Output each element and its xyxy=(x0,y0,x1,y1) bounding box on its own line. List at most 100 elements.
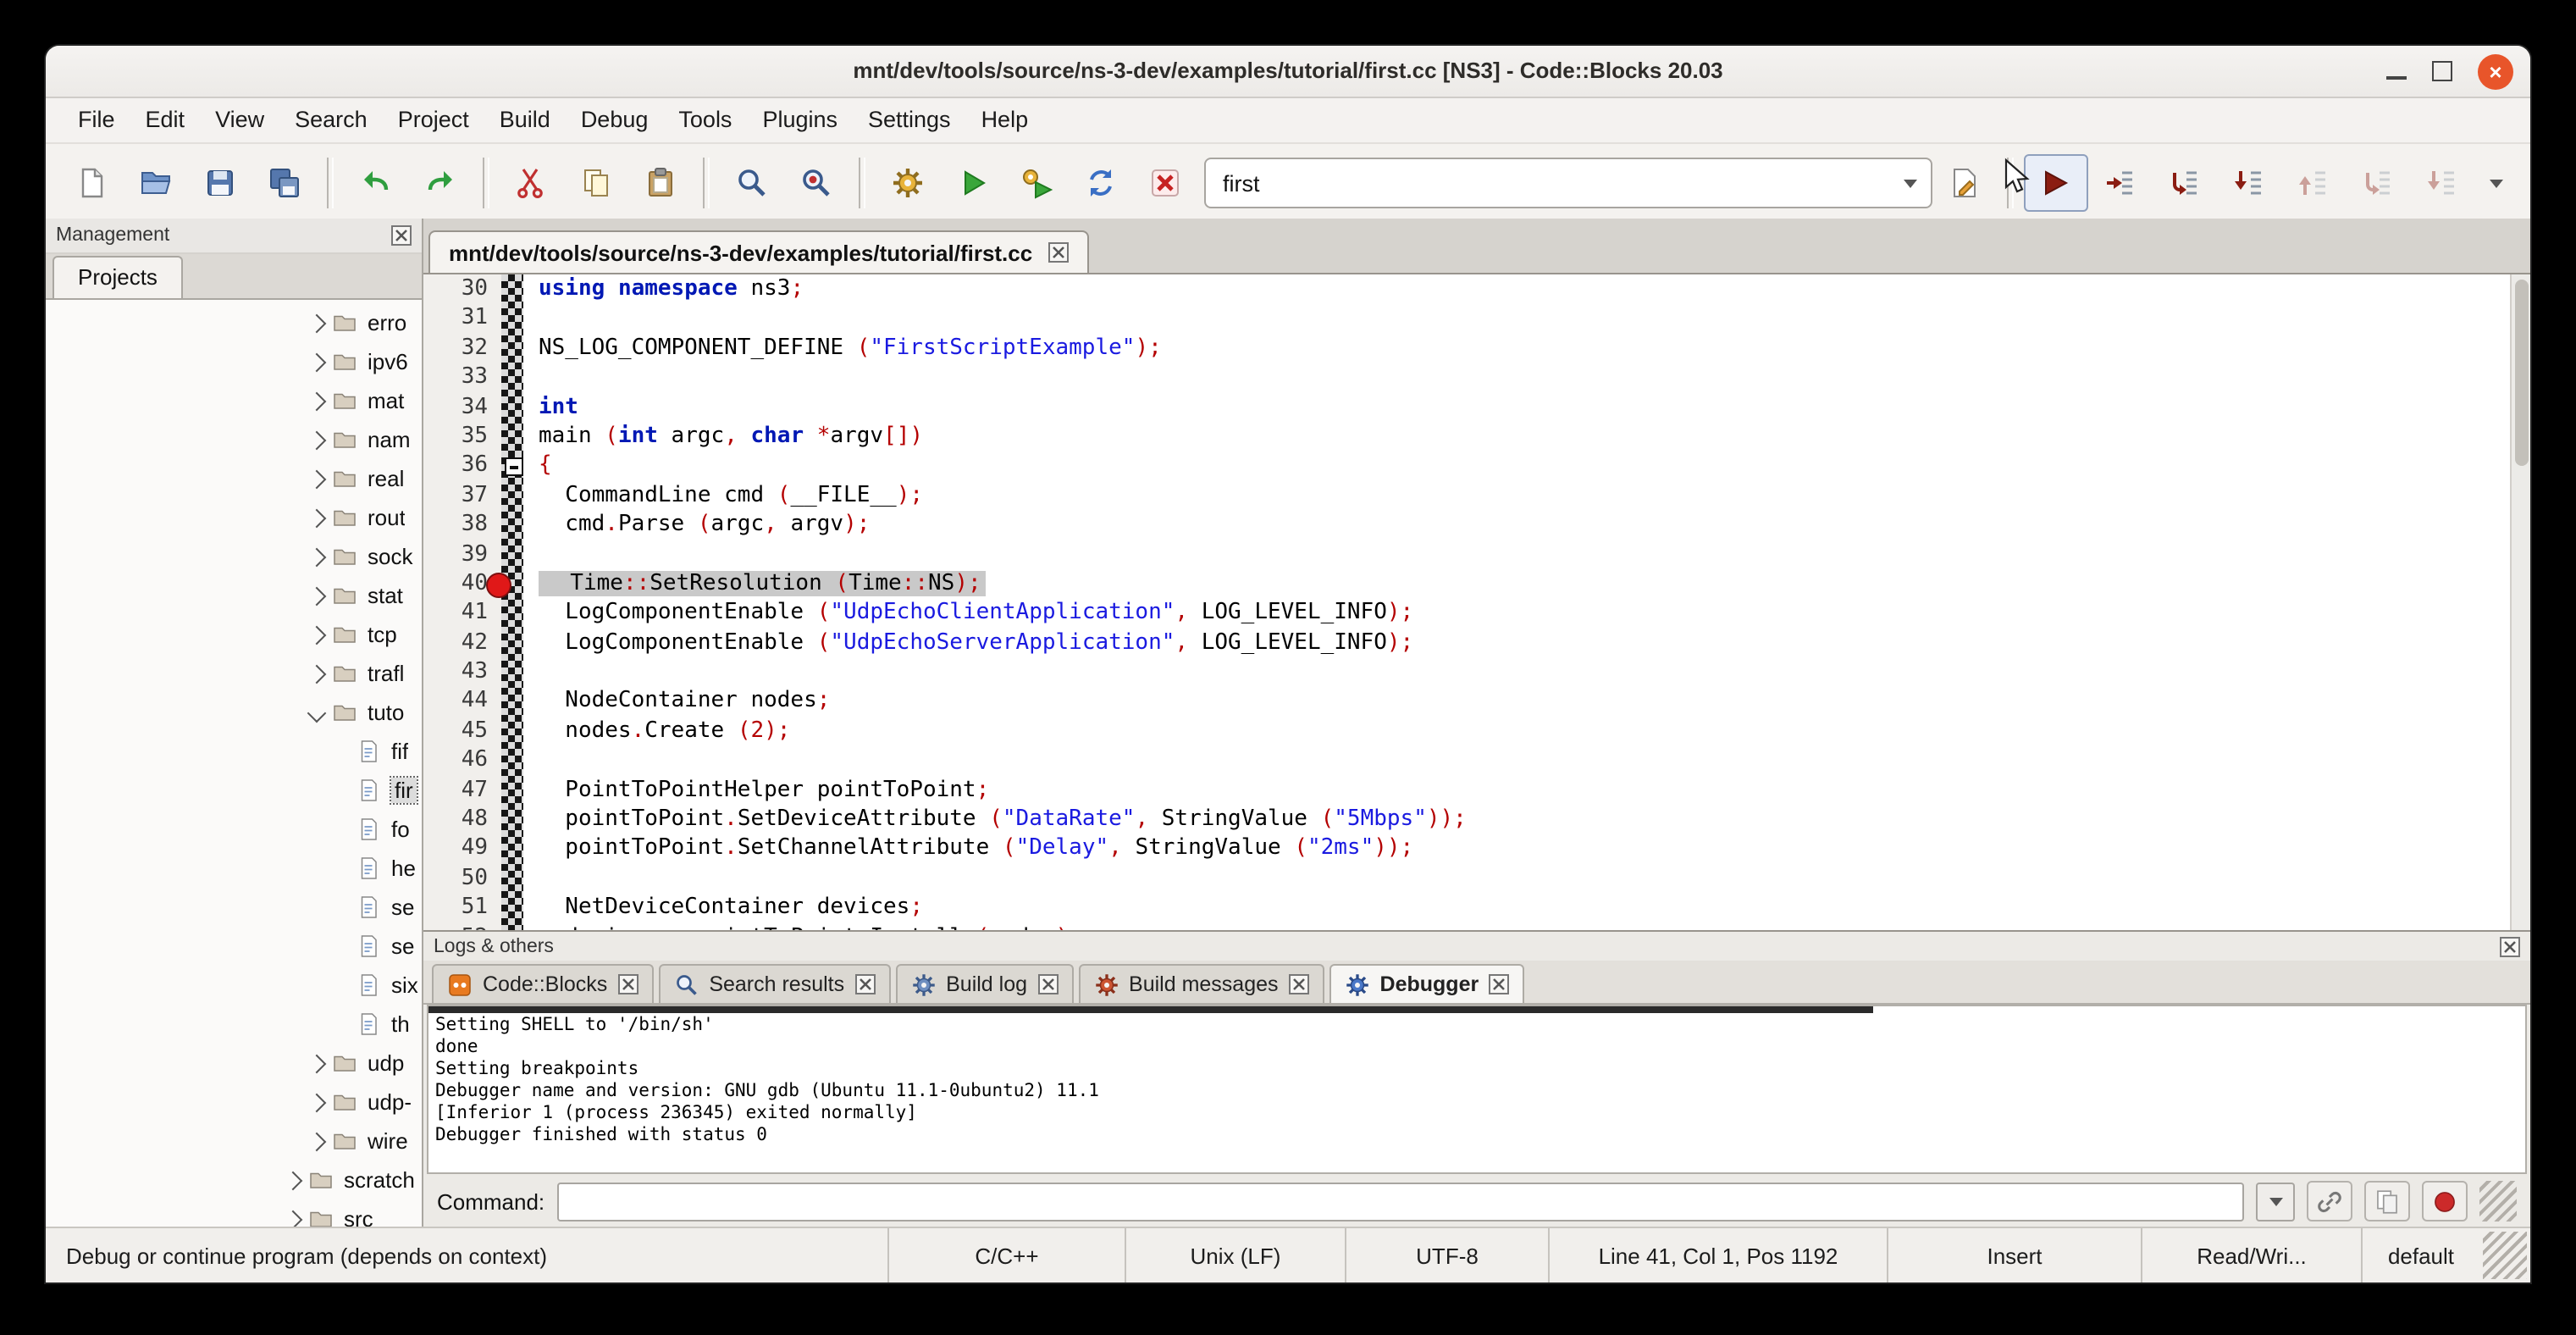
undo-button[interactable] xyxy=(344,154,408,212)
stop-debugger-button[interactable] xyxy=(2422,1181,2468,1221)
run-to-cursor-button[interactable] xyxy=(2088,154,2153,212)
next-instruction-button[interactable] xyxy=(2346,154,2410,212)
fold-margin-cell[interactable] xyxy=(501,510,523,540)
save-all-button[interactable] xyxy=(252,154,317,212)
compile-button[interactable] xyxy=(876,154,940,212)
minimize-button[interactable] xyxy=(2386,76,2407,80)
chevron-right-icon[interactable] xyxy=(301,1095,332,1109)
fold-margin-cell[interactable] xyxy=(501,805,523,834)
line-number[interactable]: 39 xyxy=(423,540,501,569)
chevron-right-icon[interactable] xyxy=(301,433,332,446)
fold-collapse-icon[interactable] xyxy=(505,458,523,477)
resize-grip[interactable] xyxy=(2479,1181,2517,1221)
tree-item-udp[interactable]: udp- xyxy=(46,1083,422,1122)
line-number[interactable]: 35 xyxy=(423,422,501,451)
line-number[interactable]: 30 xyxy=(423,274,501,304)
cut-button[interactable] xyxy=(500,154,564,212)
code-area[interactable]: 30using namespace ns3;3132NS_LOG_COMPONE… xyxy=(423,274,2530,930)
tab-close-icon[interactable] xyxy=(1037,974,1058,994)
chevron-right-icon[interactable] xyxy=(301,1056,332,1070)
line-number[interactable]: 49 xyxy=(423,834,501,864)
tree-item-sock[interactable]: sock xyxy=(46,537,422,576)
menu-project[interactable]: Project xyxy=(383,98,484,142)
maximize-button[interactable] xyxy=(2432,61,2452,81)
chevron-right-icon[interactable] xyxy=(278,1173,308,1187)
tree-item-real[interactable]: real xyxy=(46,459,422,498)
menu-view[interactable]: View xyxy=(200,98,279,142)
tree-item-scratch[interactable]: scratch xyxy=(46,1161,422,1199)
command-history-dropdown[interactable] xyxy=(2256,1182,2295,1221)
fold-margin-cell[interactable] xyxy=(501,599,523,629)
command-input[interactable] xyxy=(556,1182,2244,1221)
tree-item-src[interactable]: src xyxy=(46,1199,422,1228)
tree-item-nam[interactable]: nam xyxy=(46,420,422,459)
code-line-44[interactable]: 44 NodeContainer nodes; xyxy=(423,687,2530,717)
code-line-46[interactable]: 46 xyxy=(423,746,2530,776)
code-line-30[interactable]: 30using namespace ns3; xyxy=(423,274,2530,304)
code-line-49[interactable]: 49 pointToPoint.SetChannelAttribute ("De… xyxy=(423,834,2530,864)
fold-margin-cell[interactable] xyxy=(501,834,523,864)
tab-build-log[interactable]: Build log xyxy=(895,964,1073,1003)
fold-margin-cell[interactable] xyxy=(501,746,523,776)
fold-margin-cell[interactable] xyxy=(501,422,523,451)
chevron-right-icon[interactable] xyxy=(301,667,332,680)
step-into-instruction-button[interactable] xyxy=(2410,154,2474,212)
tree-item-se[interactable]: se xyxy=(46,888,422,927)
find-button[interactable] xyxy=(720,154,784,212)
code-line-37[interactable]: 37 CommandLine cmd (__FILE__); xyxy=(423,480,2530,510)
tab-build-messages[interactable]: Build messages xyxy=(1078,964,1324,1003)
fold-margin-cell[interactable] xyxy=(501,540,523,569)
menu-plugins[interactable]: Plugins xyxy=(747,98,853,142)
code-line-35[interactable]: 35main (int argc, char *argv[]) xyxy=(423,422,2530,451)
tab-search-results[interactable]: Search results xyxy=(658,964,890,1003)
line-number[interactable]: 46 xyxy=(423,746,501,776)
chevron-right-icon[interactable] xyxy=(301,1134,332,1148)
code-line-36[interactable]: 36{ xyxy=(423,451,2530,481)
tab-close-icon[interactable] xyxy=(617,974,638,994)
line-number[interactable]: 51 xyxy=(423,893,501,922)
line-number[interactable]: 42 xyxy=(423,628,501,657)
fold-margin-cell[interactable] xyxy=(501,717,523,746)
menu-debug[interactable]: Debug xyxy=(566,98,664,142)
tree-item-six[interactable]: six xyxy=(46,966,422,1005)
breakpoint-marker[interactable] xyxy=(486,573,511,598)
save-file-button[interactable] xyxy=(188,154,252,212)
code-editor[interactable]: 30using namespace ns3;3132NS_LOG_COMPONE… xyxy=(423,274,2530,930)
copy-button[interactable] xyxy=(564,154,628,212)
code-line-48[interactable]: 48 pointToPoint.SetDeviceAttribute ("Dat… xyxy=(423,805,2530,834)
build-and-run-button[interactable] xyxy=(1004,154,1069,212)
tree-item-trafl[interactable]: trafl xyxy=(46,654,422,693)
line-number[interactable]: 31 xyxy=(423,304,501,334)
link-button[interactable] xyxy=(2307,1181,2352,1221)
chevron-right-icon[interactable] xyxy=(278,1212,308,1226)
chevron-right-icon[interactable] xyxy=(301,589,332,602)
run-button[interactable] xyxy=(940,154,1004,212)
fold-margin-cell[interactable] xyxy=(501,392,523,422)
tree-item-se[interactable]: se xyxy=(46,927,422,966)
code-line-31[interactable]: 31 xyxy=(423,304,2530,334)
code-line-33[interactable]: 33 xyxy=(423,363,2530,392)
line-number[interactable]: 44 xyxy=(423,687,501,717)
line-number[interactable]: 52 xyxy=(423,922,501,930)
tree-item-fir[interactable]: fir xyxy=(46,771,422,810)
title-bar[interactable]: mnt/dev/tools/source/ns-3-dev/examples/t… xyxy=(46,46,2530,98)
fold-margin-cell[interactable] xyxy=(501,304,523,334)
fold-margin-cell[interactable] xyxy=(501,480,523,510)
window-resize-grip[interactable] xyxy=(2483,1232,2527,1279)
editor-tab-first-cc[interactable]: mnt/dev/tools/source/ns-3-dev/examples/t… xyxy=(428,230,1088,273)
code-line-38[interactable]: 38 cmd.Parse (argc, argv); xyxy=(423,510,2530,540)
chevron-down-icon[interactable] xyxy=(301,706,332,719)
line-number[interactable]: 32 xyxy=(423,334,501,363)
copy-log-button[interactable] xyxy=(2364,1181,2410,1221)
fold-margin-cell[interactable] xyxy=(501,334,523,363)
line-number[interactable]: 47 xyxy=(423,775,501,805)
menu-build[interactable]: Build xyxy=(484,98,566,142)
tab-debugger[interactable]: Debugger xyxy=(1329,964,1525,1003)
fold-margin-cell[interactable] xyxy=(501,893,523,922)
menu-edit[interactable]: Edit xyxy=(130,98,201,142)
tree-item-rout[interactable]: rout xyxy=(46,498,422,537)
line-number[interactable]: 37 xyxy=(423,480,501,510)
code-line-41[interactable]: 41 LogComponentEnable ("UdpEchoClientApp… xyxy=(423,599,2530,629)
search-combo-input[interactable] xyxy=(1219,169,1904,197)
chevron-down-icon[interactable] xyxy=(1904,180,1917,195)
